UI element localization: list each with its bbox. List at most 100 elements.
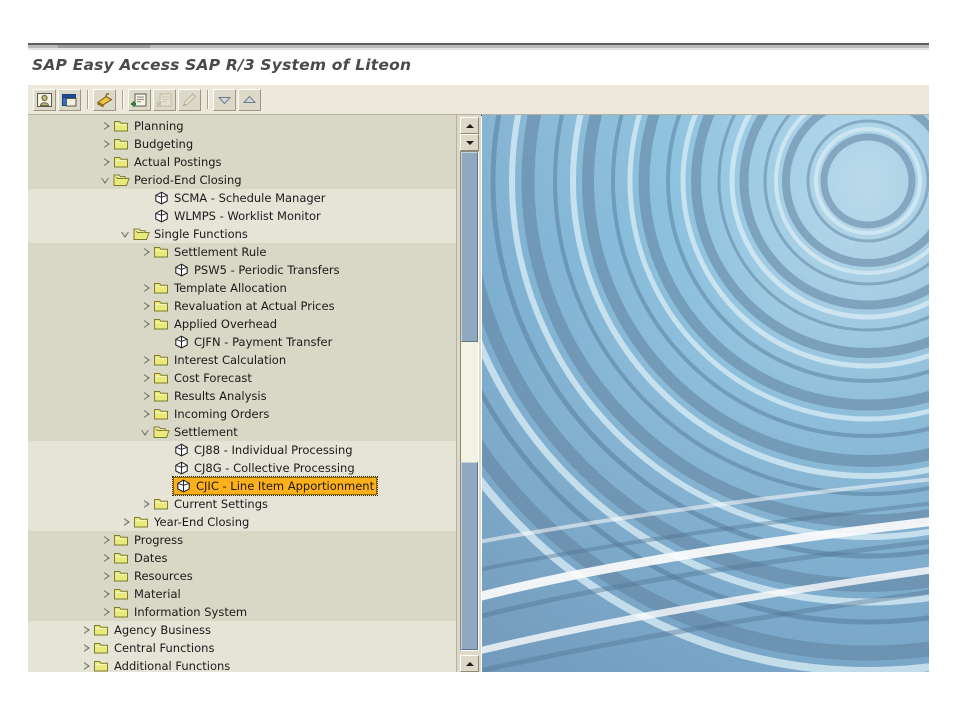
folder-icon [113,155,130,169]
tree-item-label: CJ88 - Individual Processing [194,443,353,457]
tree-row-wlmps-worklist-monitor[interactable]: WLMPS - Worklist Monitor [28,207,456,225]
expand-arrow-right-icon[interactable] [80,660,93,673]
pencil-icon [179,90,200,110]
tree-row-incoming-orders[interactable]: Incoming Orders [28,405,456,423]
tree-row-budgeting[interactable]: Budgeting [28,135,456,153]
tree-row-cost-forecast[interactable]: Cost Forecast [28,369,456,387]
tree-label-box: Actual Postings [113,154,222,170]
expand-arrow-right-icon[interactable] [140,282,153,295]
tree-item-label: Agency Business [114,623,212,637]
folder-icon [153,281,170,295]
tree-row-additional-functions[interactable]: Additional Functions [28,657,456,672]
scroll-down-button[interactable] [460,134,479,151]
folder-icon [93,641,110,655]
tree-vertical-scrollbar[interactable] [456,115,481,672]
tree-row-interest-calculation[interactable]: Interest Calculation [28,351,456,369]
tree-row-material[interactable]: Material [28,585,456,603]
tree-row-cj8g-collective-processing[interactable]: CJ8G - Collective Processing [28,459,456,477]
scroll-track[interactable] [460,151,479,651]
expand-arrow-right-icon[interactable] [100,534,113,547]
tree-row-cjfn-payment-transfer[interactable]: CJFN - Payment Transfer [28,333,456,351]
tree-row-planning[interactable]: Planning [28,117,456,135]
tree-row-revaluation-actual-prices[interactable]: Revaluation at Actual Prices [28,297,456,315]
change-favorite-button[interactable] [178,88,201,111]
expand-arrow-right-icon[interactable] [100,120,113,133]
documentation-button[interactable] [93,88,116,111]
tree-label-box: Central Functions [93,640,214,656]
delete-favorite-button[interactable] [153,88,176,111]
main-content-panel: Planning Budgeting Actual Postings Period-E… [28,115,929,676]
tree-row-results-analysis[interactable]: Results Analysis [28,387,456,405]
tree-row-progress[interactable]: Progress [28,531,456,549]
tree-row-template-allocation[interactable]: Template Allocation [28,279,456,297]
move-up-button[interactable] [238,88,261,111]
expand-arrow-right-icon[interactable] [100,552,113,565]
tree-item-label: Interest Calculation [174,353,287,367]
folder-icon [113,119,130,133]
tree-row-applied-overhead[interactable]: Applied Overhead [28,315,456,333]
expand-arrow-right-icon[interactable] [80,642,93,655]
tree-row-cj88-individual-processing[interactable]: CJ88 - Individual Processing [28,441,456,459]
tree-row-dates[interactable]: Dates [28,549,456,567]
expand-arrow-right-icon[interactable] [100,588,113,601]
expand-arrow-right-icon[interactable] [100,570,113,583]
scroll-up-button[interactable] [460,117,479,134]
expand-arrow-right-icon[interactable] [100,156,113,169]
expand-arrow-right-icon[interactable] [140,318,153,331]
expand-arrow-right-icon[interactable] [140,408,153,421]
tree-item-label: WLMPS - Worklist Monitor [174,209,321,223]
expand-arrow-down-icon[interactable] [100,174,113,187]
expand-arrow-down-icon[interactable] [140,426,153,439]
scroll-thumb-upper[interactable] [461,152,478,342]
tree-row-settlement[interactable]: Settlement [28,423,456,441]
tree-row-information-system[interactable]: Information System [28,603,456,621]
menu-tree-panel[interactable]: Planning Budgeting Actual Postings Period-E… [28,115,456,672]
tree-row-single-functions[interactable]: Single Functions [28,225,456,243]
tree-row-year-end-closing[interactable]: Year-End Closing [28,513,456,531]
tree-item-label: Incoming Orders [174,407,270,421]
tree-label-box: Template Allocation [153,280,287,296]
tree-item-label: Planning [134,119,184,133]
tree-item-label: Dates [134,551,168,565]
expand-arrow-right-icon[interactable] [140,246,153,259]
expand-arrow-right-icon[interactable] [140,372,153,385]
tree-item-label: PSW5 - Periodic Transfers [194,263,340,277]
page-title: SAP Easy Access SAP R/3 System of Liteon [32,56,412,74]
assign-users-button[interactable] [58,88,81,111]
tree-row-central-functions[interactable]: Central Functions [28,639,456,657]
tree-row-resources[interactable]: Resources [28,567,456,585]
tree-row-actual-postings[interactable]: Actual Postings [28,153,456,171]
move-down-button[interactable] [213,88,236,111]
expand-arrow-right-icon[interactable] [140,390,153,403]
expand-arrow-right-icon[interactable] [140,354,153,367]
expand-arrow-right-icon[interactable] [140,300,153,313]
tree-row-cjic-line-item-apportionment[interactable]: CJIC - Line Item Apportionment [28,476,456,496]
tree-item-label: Results Analysis [174,389,267,403]
expand-arrow-right-icon[interactable] [140,498,153,511]
expand-arrow-right-icon[interactable] [80,624,93,637]
toolbar-separator [207,90,209,109]
create-favorite-button[interactable] [128,88,151,111]
scroll-thumb-lower[interactable] [461,462,478,650]
expand-arrow-right-icon[interactable] [100,606,113,619]
tree-row-period-end-closing[interactable]: Period-End Closing [28,171,456,189]
toolbar-separator [87,90,89,109]
tree-row-agency-business[interactable]: Agency Business [28,621,456,639]
expand-arrow-right-icon[interactable] [100,138,113,151]
menu-tree[interactable]: Planning Budgeting Actual Postings Period-E… [28,117,456,672]
tree-label-box: Information System [113,604,247,620]
expand-arrow-down-icon[interactable] [120,228,133,241]
folder-icon [113,587,130,601]
toolbar-separator [122,90,124,109]
expand-arrow-right-icon[interactable] [120,516,133,529]
scroll-bottom-button[interactable] [460,655,479,672]
tree-row-psw5-periodic-transfers[interactable]: PSW5 - Periodic Transfers [28,261,456,279]
tree-row-current-settings[interactable]: Current Settings [28,495,456,513]
tree-row-settlement-rule[interactable]: Settlement Rule [28,243,456,261]
tree-row-scma-schedule-manager[interactable]: SCMA - Schedule Manager [28,189,456,207]
create-role-button[interactable] [33,88,56,111]
